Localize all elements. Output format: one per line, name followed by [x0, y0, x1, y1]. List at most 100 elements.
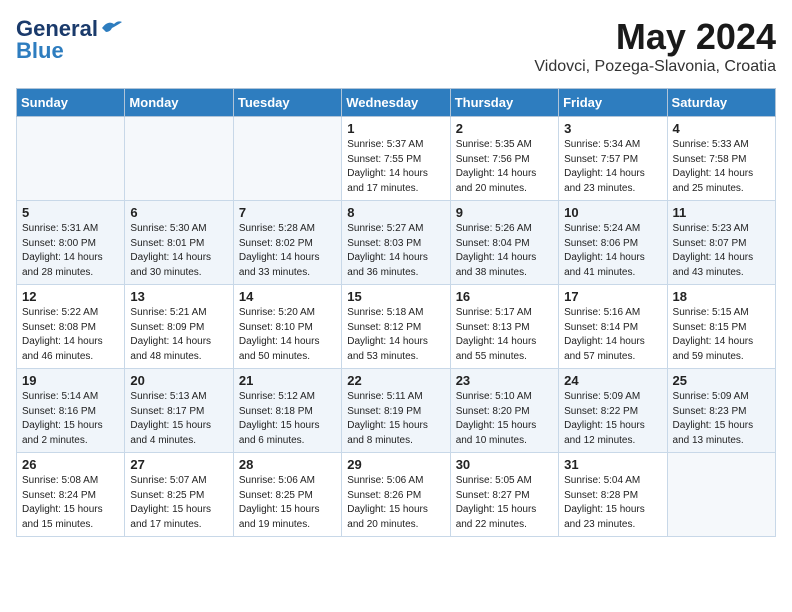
calendar-cell: 12 Sunrise: 5:22 AMSunset: 8:08 PMDayligh…: [17, 285, 125, 369]
cell-info: Sunrise: 5:24 AMSunset: 8:06 PMDaylight:…: [564, 222, 661, 280]
day-number: 29: [347, 457, 444, 472]
calendar-cell: 5 Sunrise: 5:31 AMSunset: 8:00 PMDaylight…: [17, 201, 125, 285]
calendar-cell: 3 Sunrise: 5:34 AMSunset: 7:57 PMDaylight…: [559, 117, 667, 201]
day-number: 14: [239, 289, 336, 304]
calendar-cell: 28 Sunrise: 5:06 AMSunset: 8:25 PMDayligh…: [233, 453, 341, 537]
cell-info: Sunrise: 5:12 AMSunset: 8:18 PMDaylight:…: [239, 390, 336, 448]
day-number: 8: [347, 205, 444, 220]
month-title: May 2024: [534, 16, 776, 58]
day-number: 28: [239, 457, 336, 472]
calendar-cell: 19Sunrise: 5:14 AMSunset: 8:16 PMDayligh…: [17, 369, 125, 453]
day-number: 2: [456, 121, 553, 136]
cell-info: Sunrise: 5:09 AMSunset: 8:22 PMDaylight:…: [564, 390, 661, 448]
day-number: 9: [456, 205, 553, 220]
col-header-saturday: Saturday: [667, 89, 775, 117]
cell-info: Sunrise: 5:30 AMSunset: 8:01 PMDaylight:…: [130, 222, 227, 280]
cell-info: Sunrise: 5:15 AMSunset: 8:15 PMDaylight:…: [673, 306, 770, 364]
cell-info: Sunrise: 5:05 AMSunset: 8:27 PMDaylight:…: [456, 474, 553, 532]
calendar-cell: [125, 117, 233, 201]
cell-info: Sunrise: 5:20 AMSunset: 8:10 PMDaylight:…: [239, 306, 336, 364]
cell-info: Sunrise: 5:04 AMSunset: 8:28 PMDaylight:…: [564, 474, 661, 532]
day-number: 25: [673, 373, 770, 388]
day-number: 5: [22, 205, 119, 220]
logo: General Blue: [16, 16, 122, 64]
calendar-cell: 18 Sunrise: 5:15 AMSunset: 8:15 PMDayligh…: [667, 285, 775, 369]
day-number: 20: [130, 373, 227, 388]
calendar-cell: 16Sunrise: 5:17 AMSunset: 8:13 PMDayligh…: [450, 285, 558, 369]
calendar-table: SundayMondayTuesdayWednesdayThursdayFrid…: [16, 88, 776, 537]
title-block: May 2024 Vidovci, Pozega-Slavonia, Croat…: [534, 16, 776, 76]
calendar-cell: 15 Sunrise: 5:18 AMSunset: 8:12 PMDayligh…: [342, 285, 450, 369]
calendar-cell: 20Sunrise: 5:13 AMSunset: 8:17 PMDayligh…: [125, 369, 233, 453]
calendar-cell: 21 Sunrise: 5:12 AMSunset: 8:18 PMDayligh…: [233, 369, 341, 453]
day-number: 30: [456, 457, 553, 472]
day-number: 27: [130, 457, 227, 472]
cell-info: Sunrise: 5:17 AMSunset: 8:13 PMDaylight:…: [456, 306, 553, 364]
cell-info: Sunrise: 5:16 AMSunset: 8:14 PMDaylight:…: [564, 306, 661, 364]
calendar-cell: 30 Sunrise: 5:05 AMSunset: 8:27 PMDayligh…: [450, 453, 558, 537]
cell-info: Sunrise: 5:18 AMSunset: 8:12 PMDaylight:…: [347, 306, 444, 364]
calendar-cell: 23Sunrise: 5:10 AMSunset: 8:20 PMDayligh…: [450, 369, 558, 453]
day-number: 18: [673, 289, 770, 304]
col-header-wednesday: Wednesday: [342, 89, 450, 117]
cell-info: Sunrise: 5:35 AMSunset: 7:56 PMDaylight:…: [456, 138, 553, 196]
calendar-cell: 11 Sunrise: 5:23 AMSunset: 8:07 PMDayligh…: [667, 201, 775, 285]
calendar-cell: 14 Sunrise: 5:20 AMSunset: 8:10 PMDayligh…: [233, 285, 341, 369]
cell-info: Sunrise: 5:08 AMSunset: 8:24 PMDaylight:…: [22, 474, 119, 532]
day-number: 26: [22, 457, 119, 472]
day-number: 1: [347, 121, 444, 136]
week-row-1: 1 Sunrise: 5:37 AMSunset: 7:55 PMDaylight…: [17, 117, 776, 201]
day-number: 21: [239, 373, 336, 388]
calendar-cell: 8Sunrise: 5:27 AMSunset: 8:03 PMDaylight…: [342, 201, 450, 285]
logo-bird-icon: [100, 18, 122, 36]
day-number: 4: [673, 121, 770, 136]
calendar-cell: [233, 117, 341, 201]
calendar-cell: 1 Sunrise: 5:37 AMSunset: 7:55 PMDaylight…: [342, 117, 450, 201]
page-header: General Blue May 2024 Vidovci, Pozega-Sl…: [16, 16, 776, 76]
calendar-cell: 26 Sunrise: 5:08 AMSunset: 8:24 PMDayligh…: [17, 453, 125, 537]
calendar-cell: 10 Sunrise: 5:24 AMSunset: 8:06 PMDayligh…: [559, 201, 667, 285]
calendar-cell: 24 Sunrise: 5:09 AMSunset: 8:22 PMDayligh…: [559, 369, 667, 453]
calendar-cell: 6Sunrise: 5:30 AMSunset: 8:01 PMDaylight…: [125, 201, 233, 285]
day-number: 13: [130, 289, 227, 304]
header-row: SundayMondayTuesdayWednesdayThursdayFrid…: [17, 89, 776, 117]
cell-info: Sunrise: 5:09 AMSunset: 8:23 PMDaylight:…: [673, 390, 770, 448]
col-header-friday: Friday: [559, 89, 667, 117]
cell-info: Sunrise: 5:33 AMSunset: 7:58 PMDaylight:…: [673, 138, 770, 196]
cell-info: Sunrise: 5:11 AMSunset: 8:19 PMDaylight:…: [347, 390, 444, 448]
day-number: 11: [673, 205, 770, 220]
col-header-tuesday: Tuesday: [233, 89, 341, 117]
calendar-cell: 17 Sunrise: 5:16 AMSunset: 8:14 PMDayligh…: [559, 285, 667, 369]
cell-info: Sunrise: 5:14 AMSunset: 8:16 PMDaylight:…: [22, 390, 119, 448]
cell-info: Sunrise: 5:22 AMSunset: 8:08 PMDaylight:…: [22, 306, 119, 364]
cell-info: Sunrise: 5:31 AMSunset: 8:00 PMDaylight:…: [22, 222, 119, 280]
calendar-cell: 7 Sunrise: 5:28 AMSunset: 8:02 PMDaylight…: [233, 201, 341, 285]
day-number: 17: [564, 289, 661, 304]
cell-info: Sunrise: 5:06 AMSunset: 8:25 PMDaylight:…: [239, 474, 336, 532]
calendar-cell: 22Sunrise: 5:11 AMSunset: 8:19 PMDayligh…: [342, 369, 450, 453]
calendar-cell: 29 Sunrise: 5:06 AMSunset: 8:26 PMDayligh…: [342, 453, 450, 537]
day-number: 3: [564, 121, 661, 136]
cell-info: Sunrise: 5:28 AMSunset: 8:02 PMDaylight:…: [239, 222, 336, 280]
calendar-cell: 31Sunrise: 5:04 AMSunset: 8:28 PMDayligh…: [559, 453, 667, 537]
calendar-cell: 27Sunrise: 5:07 AMSunset: 8:25 PMDayligh…: [125, 453, 233, 537]
day-number: 15: [347, 289, 444, 304]
day-number: 24: [564, 373, 661, 388]
week-row-2: 5 Sunrise: 5:31 AMSunset: 8:00 PMDaylight…: [17, 201, 776, 285]
cell-info: Sunrise: 5:06 AMSunset: 8:26 PMDaylight:…: [347, 474, 444, 532]
week-row-3: 12 Sunrise: 5:22 AMSunset: 8:08 PMDayligh…: [17, 285, 776, 369]
col-header-sunday: Sunday: [17, 89, 125, 117]
cell-info: Sunrise: 5:34 AMSunset: 7:57 PMDaylight:…: [564, 138, 661, 196]
calendar-cell: 2 Sunrise: 5:35 AMSunset: 7:56 PMDaylight…: [450, 117, 558, 201]
calendar-cell: 9Sunrise: 5:26 AMSunset: 8:04 PMDaylight…: [450, 201, 558, 285]
calendar-cell: 4 Sunrise: 5:33 AMSunset: 7:58 PMDaylight…: [667, 117, 775, 201]
day-number: 10: [564, 205, 661, 220]
day-number: 12: [22, 289, 119, 304]
day-number: 23: [456, 373, 553, 388]
week-row-5: 26 Sunrise: 5:08 AMSunset: 8:24 PMDayligh…: [17, 453, 776, 537]
logo-blue: Blue: [16, 38, 64, 64]
day-number: 7: [239, 205, 336, 220]
cell-info: Sunrise: 5:37 AMSunset: 7:55 PMDaylight:…: [347, 138, 444, 196]
col-header-thursday: Thursday: [450, 89, 558, 117]
cell-info: Sunrise: 5:23 AMSunset: 8:07 PMDaylight:…: [673, 222, 770, 280]
